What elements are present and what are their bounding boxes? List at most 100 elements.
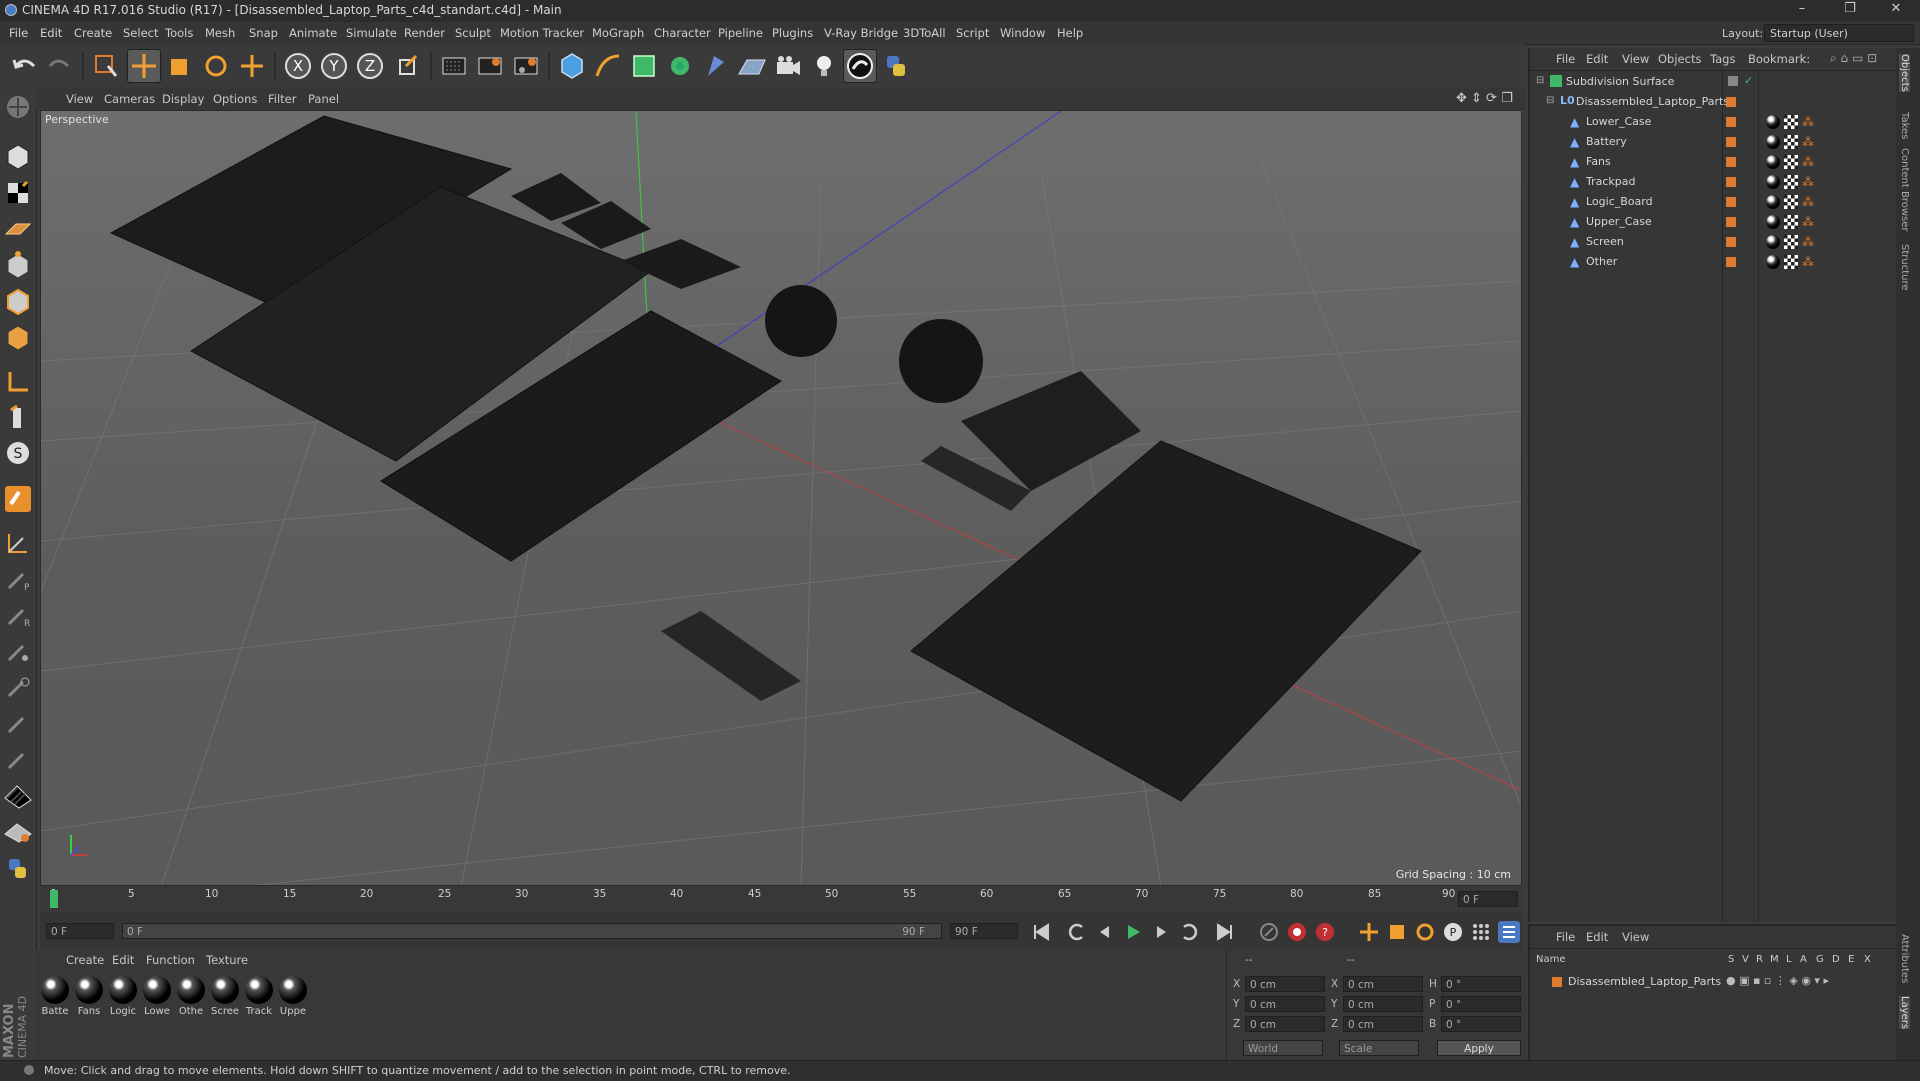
visibility-icon[interactable] <box>1728 76 1738 86</box>
objects-menu-view[interactable]: View <box>1622 52 1649 66</box>
size-mode-dropdown[interactable]: Scale <box>1339 1040 1419 1056</box>
menu-window[interactable]: Window <box>1000 26 1045 40</box>
current-frame-field[interactable]: 0 F <box>1458 891 1518 907</box>
redo-icon[interactable] <box>44 50 76 82</box>
menu-mograph[interactable]: MoGraph <box>592 26 644 40</box>
material-swatch[interactable]: Othe <box>176 976 206 1017</box>
selection-tag-icon[interactable]: ⁂ <box>1802 195 1816 209</box>
objects-menu-objects[interactable]: Objects <box>1658 52 1701 66</box>
snap-icon[interactable]: S <box>3 438 33 468</box>
menu-sculpt[interactable]: Sculpt <box>455 26 491 40</box>
menu-script[interactable]: Script <box>956 26 989 40</box>
layer-color-swatch[interactable] <box>1726 117 1736 127</box>
search-icon[interactable]: ⌕ ⌂ ▭ ⊡ <box>1830 51 1877 66</box>
rotate-tool-icon[interactable] <box>200 50 232 82</box>
render-settings-icon[interactable] <box>510 50 542 82</box>
axis-z-lock-button[interactable]: Z <box>354 50 386 82</box>
material-swatch[interactable]: Fans <box>74 976 104 1017</box>
material-swatch[interactable]: Batte <box>40 976 70 1017</box>
menu-snap[interactable]: Snap <box>249 26 278 40</box>
size-x-field[interactable]: 0 cm <box>1343 976 1423 992</box>
layout-dropdown[interactable]: Startup (User) <box>1764 24 1914 42</box>
points-mode-icon[interactable] <box>3 250 33 280</box>
menu-simulate[interactable]: Simulate <box>346 26 397 40</box>
smooth-tool-icon[interactable] <box>3 744 33 774</box>
object-row-logic-board[interactable]: ▲ Logic_Board ⁂ <box>1530 192 1898 212</box>
layer-color-swatch[interactable] <box>1726 97 1736 107</box>
selection-tag-icon[interactable]: ⁂ <box>1802 255 1816 269</box>
sculpt-tool-icon[interactable]: R <box>3 600 33 630</box>
menu-edit[interactable]: Edit <box>40 26 62 40</box>
selection-tag-icon[interactable]: ⁂ <box>1802 215 1816 229</box>
objects-menu-tags[interactable]: Tags <box>1710 52 1735 66</box>
object-row-fans[interactable]: ▲ Fans ⁂ <box>1530 152 1898 172</box>
previous-key-icon[interactable] <box>1066 921 1088 943</box>
material-swatch[interactable]: Logic <box>108 976 138 1017</box>
tab-objects[interactable]: Objects <box>1899 54 1910 92</box>
light-icon[interactable] <box>808 50 840 82</box>
tab-structure[interactable]: Structure <box>1899 244 1910 291</box>
menu-help[interactable]: Help <box>1057 26 1083 40</box>
collapse-icon[interactable]: ⊟ <box>1536 75 1544 86</box>
frame-ruler[interactable]: 0 5 10 15 20 25 30 35 40 45 50 55 60 65 … <box>50 886 1455 912</box>
axis-mode-icon[interactable] <box>3 366 33 396</box>
material-tag-icon[interactable] <box>1766 235 1780 249</box>
python-icon[interactable] <box>880 50 912 82</box>
material-tag-icon[interactable] <box>1766 215 1780 229</box>
object-row-lower-case[interactable]: ▲ Lower_Case ⁂ <box>1530 112 1898 132</box>
material-tag-icon[interactable] <box>1766 135 1780 149</box>
keyframe-selection-icon[interactable]: ? <box>1314 921 1336 943</box>
make-editable-icon[interactable] <box>3 92 33 122</box>
menu-plugins[interactable]: Plugins <box>772 26 813 40</box>
deformer-icon[interactable] <box>700 50 732 82</box>
speaker-part[interactable] <box>661 611 801 701</box>
start-frame-field[interactable]: 0 F <box>46 923 114 939</box>
playhead-marker[interactable] <box>50 890 58 908</box>
array-icon[interactable] <box>664 50 696 82</box>
uvw-tag-icon[interactable] <box>1784 195 1798 209</box>
viewport-menu-cameras[interactable]: Cameras <box>104 92 155 106</box>
fan-right-part[interactable] <box>899 319 983 403</box>
viewport-menu-display[interactable]: Display <box>162 92 204 106</box>
tab-takes[interactable]: Takes <box>1899 112 1910 139</box>
uvw-tag-icon[interactable] <box>1784 115 1798 129</box>
coordinate-space-dropdown[interactable]: World <box>1243 1040 1323 1056</box>
material-menu-edit[interactable]: Edit <box>112 953 134 967</box>
next-key-icon[interactable] <box>1178 921 1200 943</box>
object-row-screen[interactable]: ▲ Screen ⁂ <box>1530 232 1898 252</box>
layer-color-swatch[interactable] <box>1552 977 1562 987</box>
selection-tag-icon[interactable]: ⁂ <box>1802 155 1816 169</box>
brush-tool-icon[interactable]: P <box>3 564 33 594</box>
layer-color-swatch[interactable] <box>1726 177 1736 187</box>
minimize-button[interactable]: – <box>1782 1 1822 21</box>
position-z-field[interactable]: 0 cm <box>1245 1016 1325 1032</box>
selection-tag-icon[interactable]: ⁂ <box>1802 235 1816 249</box>
viewport-menu-panel[interactable]: Panel <box>308 92 339 106</box>
material-swatch[interactable]: Track <box>244 976 274 1017</box>
menu-mesh[interactable]: Mesh <box>205 26 235 40</box>
render-view-icon[interactable] <box>438 50 470 82</box>
undo-icon[interactable] <box>8 50 40 82</box>
autokeying-icon[interactable] <box>1286 921 1308 943</box>
material-tag-icon[interactable] <box>1766 175 1780 189</box>
object-row-disassembled-laptop-parts[interactable]: ⊟ L0 Disassembled_Laptop_Parts <box>1530 92 1898 112</box>
menu-pipeline[interactable]: Pipeline <box>718 26 763 40</box>
python-script-icon[interactable] <box>3 854 33 884</box>
edges-mode-icon[interactable] <box>3 286 33 316</box>
tab-attributes[interactable]: Attributes <box>1899 934 1910 983</box>
go-to-end-icon[interactable] <box>1214 921 1236 943</box>
material-swatch[interactable]: Scree <box>210 976 240 1017</box>
spline-pen-icon[interactable] <box>592 50 624 82</box>
axis-snap-icon[interactable] <box>3 528 33 558</box>
menu-3dtoall[interactable]: 3DToAll <box>903 26 946 40</box>
rotation-p-field[interactable]: 0 ° <box>1441 996 1521 1012</box>
workplane-icon[interactable] <box>3 214 33 244</box>
end-frame-field[interactable]: 90 F <box>950 923 1018 939</box>
collapse-icon[interactable]: ⊟ <box>1546 95 1554 106</box>
material-menu-function[interactable]: Function <box>146 953 195 967</box>
menu-select[interactable]: Select <box>123 26 158 40</box>
material-tag-icon[interactable] <box>1766 195 1780 209</box>
material-tag-icon[interactable] <box>1766 155 1780 169</box>
size-z-field[interactable]: 0 cm <box>1343 1016 1423 1032</box>
play-forward-icon[interactable] <box>1122 921 1144 943</box>
